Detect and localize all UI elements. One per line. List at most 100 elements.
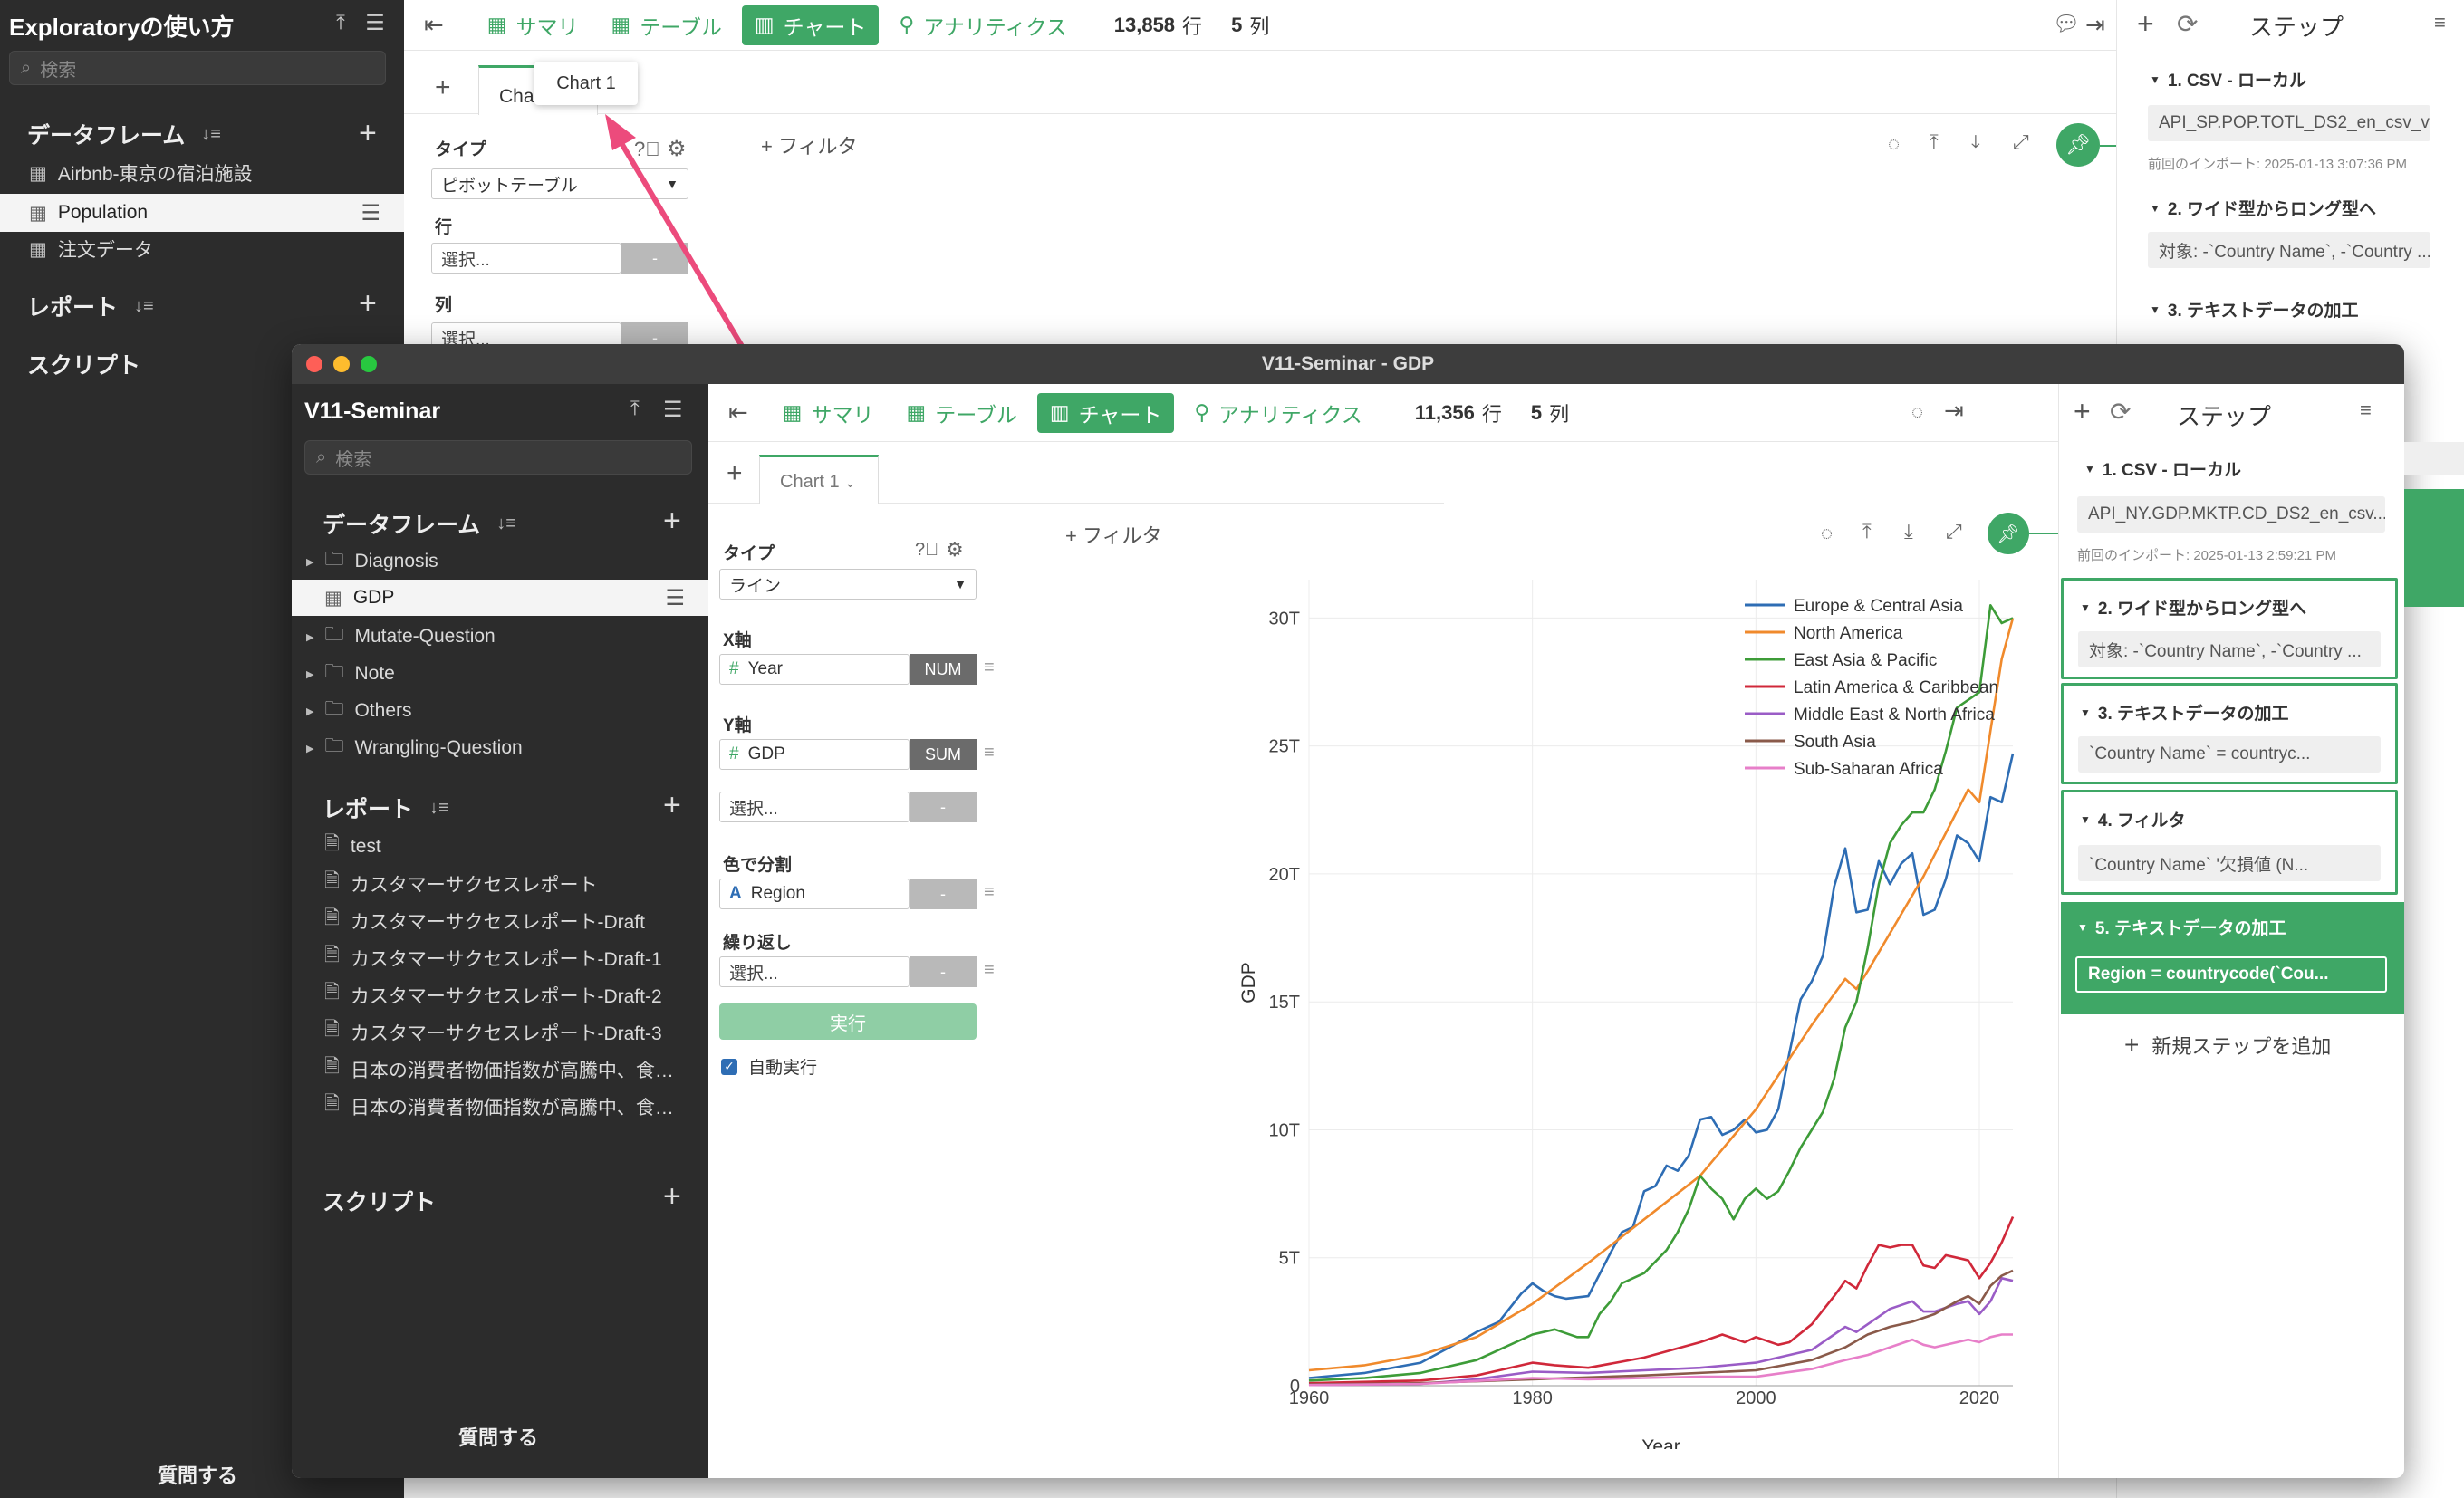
run-button[interactable]: 実行	[719, 1003, 977, 1040]
report-item[interactable]: 🗎︎ カスタマーサクセスレポート-Draft-3	[292, 1013, 708, 1051]
y-axis-field[interactable]: # GDP	[719, 739, 910, 770]
x-axis-field[interactable]: # Year	[719, 654, 910, 685]
drag-handle-icon[interactable]: ≡	[984, 960, 995, 981]
caret-right-icon: ▶	[306, 743, 314, 754]
add-step-icon[interactable]: +	[2074, 395, 2091, 428]
tab-table[interactable]: ▦ テーブル	[894, 393, 1030, 433]
series-line-6	[1308, 1333, 2013, 1387]
document-icon: 🗎︎	[324, 907, 340, 928]
help-icon[interactable]: ?⃝	[915, 540, 938, 561]
x-tick-label: 1980	[1512, 1388, 1553, 1408]
y-axis-extra-agg[interactable]: -	[910, 792, 977, 822]
sort-icon[interactable]: ↓≡	[429, 798, 449, 819]
color-field[interactable]: A Region	[719, 879, 910, 909]
report-item[interactable]: 🗎︎ カスタマーサクセスレポート-Draft	[292, 902, 708, 939]
comment-icon[interactable]: ◌	[1911, 400, 1923, 424]
legend-label: Europe & Central Asia	[1794, 597, 1963, 616]
document-icon: 🗎︎	[324, 1019, 340, 1040]
upload-icon[interactable]: ⤒	[630, 397, 640, 420]
gear-icon[interactable]: ⚙	[946, 538, 964, 562]
step-1-body[interactable]: API_NY.GDP.MKTP.CD_DS2_en_csv...	[2077, 496, 2385, 533]
y-axis-title: GDP	[1238, 962, 1259, 1003]
collapse-right-icon[interactable]: ⇥	[1944, 397, 1964, 425]
step-3-card[interactable]: ▼ 3. テキストデータの加工 `Country Name` = countryc…	[2061, 683, 2398, 784]
front-project-title: V11-Seminar	[304, 399, 441, 424]
share-icon[interactable]: ⤒	[1862, 520, 1872, 543]
drag-handle-icon[interactable]: ≡	[984, 743, 995, 763]
sort-icon[interactable]: ↓≡	[496, 514, 516, 534]
front-tab-strip: + Chart 1 ⌄	[708, 442, 1444, 504]
download-icon[interactable]: ⤓	[1904, 520, 1913, 543]
caret-right-icon: ▶	[306, 706, 314, 717]
tree-folder[interactable]: ▶ 🗀︎ Others	[292, 692, 708, 730]
x-tick-label: 2000	[1736, 1388, 1776, 1408]
front-chart-tab[interactable]: Chart 1 ⌄	[759, 455, 879, 504]
step-1-title[interactable]: ▼ 1. CSV - ローカル	[2084, 456, 2241, 481]
chart-filter[interactable]: + フィルタ	[1065, 520, 1162, 549]
caret-right-icon: ▶	[306, 631, 314, 643]
report-item[interactable]: 🗎︎ 日本の消費者物価指数が高騰中、食…	[292, 1051, 708, 1088]
tab-chart[interactable]: ▥ チャート	[1036, 392, 1175, 433]
front-sidebar: V11-Seminar ⤒ ☰ ⌕ 検索 データフレーム ↓≡ + ▶ 🗀︎ Diagn…	[292, 384, 708, 1478]
refresh-icon[interactable]: ⟳	[2110, 397, 2131, 427]
tree-table-selected[interactable]: ▦ GDP ☰	[292, 580, 708, 616]
plus-icon: +	[2124, 1031, 2140, 1059]
type-label: タイプ	[723, 544, 775, 563]
chevron-down-icon: ▼	[2084, 462, 2095, 475]
step-5-body: Region = countrycode(`Cou...	[2075, 956, 2387, 993]
tab-summary[interactable]: ▦ サマリ	[770, 393, 887, 433]
front-search-input[interactable]: ⌕ 検索	[304, 440, 692, 475]
step-5-card-active[interactable]: ▼ 5. テキストデータの加工 Region = countrycode(`Cou…	[2061, 902, 2404, 1014]
repeat-select[interactable]: 選択...	[719, 956, 910, 987]
back-step-edge	[2404, 442, 2464, 475]
drag-handle-icon[interactable]: ≡	[984, 882, 995, 903]
step-2-title: ▼ 2. ワイド型からロング型へ	[2080, 600, 2307, 619]
front-scripts-header: スクリプト	[322, 1190, 437, 1215]
tab-analytics[interactable]: ⚲ アナリティクス	[1181, 393, 1374, 433]
pin-icon[interactable]: 📌︎	[1988, 513, 2029, 554]
step-4-card[interactable]: ▼ 4. フィルタ `Country Name` '欠損値 (N...	[2061, 790, 2398, 895]
front-reports-header: レポート ↓≡	[322, 797, 449, 822]
settings-icon[interactable]: ≡	[2360, 399, 2372, 422]
report-item[interactable]: 🗎︎ 日本の消費者物価指数が高騰中、食…	[292, 1088, 708, 1125]
y-tick-label: 30T	[1269, 609, 1300, 629]
legend-label: North America	[1794, 624, 1903, 643]
tree-folder[interactable]: ▶ 🗀︎ Diagnosis	[292, 543, 708, 580]
add-new-step-button[interactable]: + 新規ステップを追加	[2124, 1031, 2331, 1060]
report-item[interactable]: 🗎︎ カスタマーサクセスレポート-Draft-1	[292, 939, 708, 976]
auto-run-checkbox[interactable]: ✓ 自動実行	[721, 1054, 817, 1079]
expand-icon[interactable]: ⤢	[1946, 520, 1962, 543]
drag-handle-icon[interactable]: ≡	[984, 658, 995, 678]
type-select[interactable]: ライン ▼	[719, 569, 977, 600]
report-item[interactable]: 🗎︎ カスタマーサクセスレポート-Draft-2	[292, 976, 708, 1013]
add-dataframe-icon[interactable]: +	[663, 504, 681, 539]
front-steps-panel: + ⟳ ステップ ≡ ▼ 1. CSV - ローカル API_NY.GDP.MKT…	[2058, 384, 2404, 1478]
report-item[interactable]: 🗎︎ test	[292, 828, 708, 865]
front-ask-button[interactable]: 質問する	[458, 1422, 538, 1451]
folder-icon: 🗀︎	[324, 735, 344, 756]
y-axis-extra-select[interactable]: 選択...	[719, 792, 910, 822]
y-axis-agg[interactable]: SUM	[910, 739, 977, 770]
legend-label: East Asia & Pacific	[1794, 651, 1937, 670]
comment-icon[interactable]: ◌	[1821, 522, 1833, 545]
tree-folder[interactable]: ▶ 🗀︎ Note	[292, 656, 708, 692]
add-report-icon[interactable]: +	[663, 788, 681, 823]
report-item[interactable]: 🗎︎ カスタマーサクセスレポート	[292, 865, 708, 902]
series-line-4	[1308, 1277, 2014, 1387]
color-agg[interactable]: -	[910, 879, 977, 909]
y-tick-label: 20T	[1269, 865, 1300, 885]
repeat-agg[interactable]: -	[910, 956, 977, 987]
numeric-icon: #	[729, 744, 739, 763]
collapse-left-icon[interactable]: ⇤	[728, 399, 748, 427]
add-chart-icon[interactable]: +	[727, 458, 743, 489]
checkbox-checked-icon: ✓	[721, 1058, 737, 1075]
window-title: V11-Seminar - GDP	[1261, 353, 1435, 374]
tree-folder[interactable]: ▶ 🗀︎ Wrangling-Question	[292, 730, 708, 766]
step-2-card[interactable]: ▼ 2. ワイド型からロング型へ 対象: -`Country Name`, -`C…	[2061, 578, 2398, 679]
document-icon: 🗎︎	[324, 1056, 340, 1077]
menu-icon[interactable]: ☰	[665, 585, 685, 611]
tree-folder[interactable]: ▶ 🗀︎ Mutate-Question	[292, 618, 708, 656]
add-script-icon[interactable]: +	[663, 1179, 681, 1215]
x-axis-agg[interactable]: NUM	[910, 654, 977, 685]
menu-icon[interactable]: ☰	[663, 397, 683, 423]
